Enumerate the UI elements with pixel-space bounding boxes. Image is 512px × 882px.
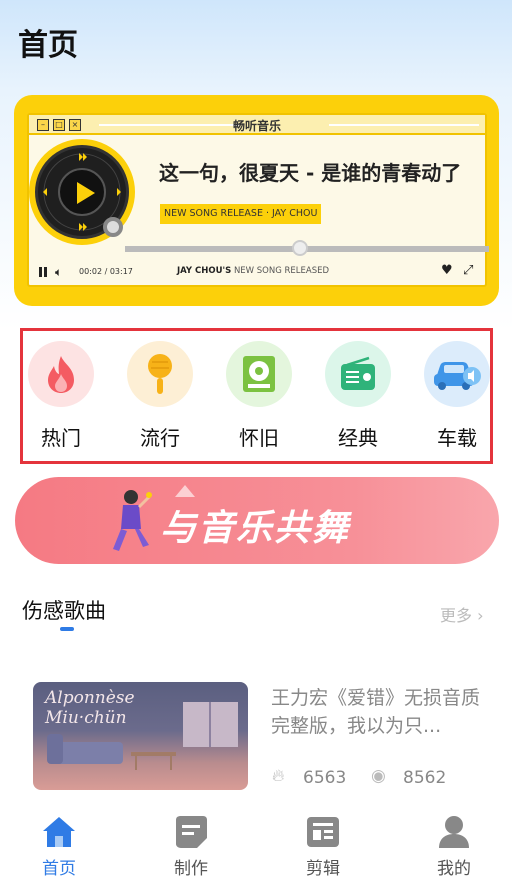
nav-label: 剪辑 bbox=[306, 859, 340, 879]
chevron-right-icon: › bbox=[477, 606, 484, 625]
view-count: 8562 bbox=[403, 768, 447, 788]
category-classic-circle bbox=[325, 341, 391, 407]
category-hot[interactable]: 热门 bbox=[25, 341, 97, 451]
song-title: 这一句，很夏天 - 是谁的青春动了 bbox=[159, 161, 462, 185]
profile-icon bbox=[436, 814, 472, 850]
nav-edit[interactable]: 剪辑 bbox=[283, 814, 363, 879]
expand-icon[interactable]: ⤢ bbox=[463, 263, 473, 278]
volume-icon[interactable]: 🔈︎ bbox=[55, 265, 62, 280]
nav-profile[interactable]: 我的 bbox=[414, 814, 494, 879]
record-player-icon bbox=[243, 356, 275, 392]
category-label: 流行 bbox=[140, 426, 180, 450]
category-car[interactable]: 车载 bbox=[421, 341, 493, 451]
time-display: 00:02 / 03:17 bbox=[79, 267, 133, 276]
category-label: 经典 bbox=[338, 426, 378, 450]
nav-create[interactable]: 制作 bbox=[151, 814, 231, 879]
dancer-icon bbox=[113, 490, 152, 551]
category-label: 怀旧 bbox=[239, 426, 279, 450]
tonearm-knob bbox=[103, 217, 123, 237]
section-indicator bbox=[60, 627, 74, 631]
category-hot-circle bbox=[28, 341, 94, 407]
nav-label: 我的 bbox=[437, 859, 471, 879]
create-icon bbox=[173, 814, 209, 850]
category-car-circle bbox=[424, 341, 490, 407]
radio-icon bbox=[341, 356, 375, 390]
vinyl-disc bbox=[29, 139, 135, 245]
category-pop-circle bbox=[127, 341, 193, 407]
category-nostalgic-circle bbox=[226, 341, 292, 407]
song-description[interactable]: 王力宏《爱错》无损音质完整版，我以为只... bbox=[271, 684, 481, 740]
player-banner[interactable]: – □ × 畅听音乐 这一句，很夏天 - 是谁的青春动了 NEW SONG RE… bbox=[14, 95, 499, 306]
flame-icon bbox=[48, 356, 74, 393]
category-row: 热门 流行 怀旧 经典 车载 bbox=[20, 328, 493, 464]
play-button[interactable] bbox=[58, 168, 106, 216]
artist-text: JAY CHOU'S NEW SONG RELEASED bbox=[177, 266, 329, 276]
category-classic[interactable]: 经典 bbox=[322, 341, 394, 451]
player-window: – □ × 畅听音乐 这一句，很夏天 - 是谁的青春动了 NEW SONG RE… bbox=[27, 113, 489, 287]
flame-icon: 🔥︎ bbox=[272, 766, 285, 786]
pause-icon[interactable] bbox=[39, 267, 47, 277]
more-link[interactable]: 更多 › bbox=[440, 602, 484, 626]
nav-label: 制作 bbox=[174, 859, 208, 879]
song-cover-image[interactable]: Alponnèse Miu·chün bbox=[33, 682, 248, 790]
heart-icon[interactable]: ♥ bbox=[441, 263, 453, 278]
player-window-title: 畅听音乐 bbox=[232, 119, 281, 133]
progress-thumb[interactable] bbox=[291, 240, 308, 256]
category-label: 车载 bbox=[437, 426, 477, 450]
section-title: 伤感歌曲 bbox=[22, 599, 106, 623]
category-nostalgic[interactable]: 怀旧 bbox=[223, 341, 295, 451]
nav-home[interactable]: 首页 bbox=[19, 814, 99, 879]
bottom-nav: 首页 制作 剪辑 我的 bbox=[0, 804, 512, 882]
artist-suffix: NEW SONG RELEASED bbox=[233, 266, 330, 276]
artist-name: JAY CHOU'S bbox=[177, 266, 232, 276]
like-count: 6563 bbox=[303, 768, 347, 788]
eye-icon: ◉ bbox=[371, 766, 386, 786]
more-label: 更多 bbox=[440, 606, 473, 625]
category-label: 热门 bbox=[41, 426, 81, 450]
page-title: 首页 bbox=[18, 28, 78, 63]
dance-banner-text: 与音乐共舞 bbox=[160, 508, 351, 549]
microphone-icon bbox=[148, 354, 172, 394]
cover-room-illustration bbox=[47, 702, 238, 770]
player-titlebar: – □ × 畅听音乐 bbox=[29, 115, 485, 135]
play-icon bbox=[77, 182, 95, 204]
nav-label: 首页 bbox=[42, 859, 76, 879]
home-icon bbox=[41, 814, 77, 850]
category-pop[interactable]: 流行 bbox=[124, 341, 196, 451]
car-icon bbox=[434, 362, 481, 390]
release-tag: NEW SONG RELEASE · JAY CHOU bbox=[160, 204, 322, 224]
edit-icon bbox=[305, 814, 341, 850]
dance-banner[interactable]: 与音乐共舞 bbox=[15, 477, 499, 564]
